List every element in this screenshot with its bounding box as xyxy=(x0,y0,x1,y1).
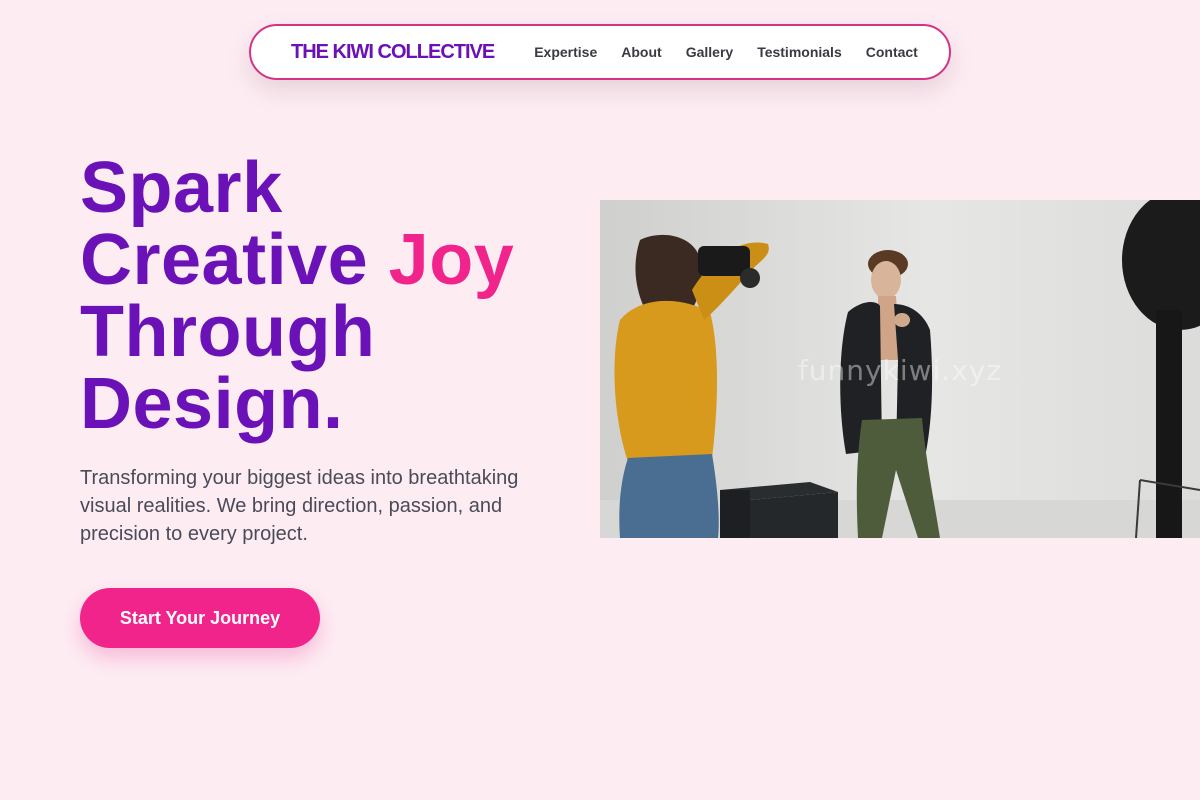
headline-line-2-prefix: Creative xyxy=(80,220,389,300)
nav-links: Expertise About Gallery Testimonials Con… xyxy=(534,44,918,60)
headline-line-2: Creative Joy xyxy=(80,224,580,296)
nav-link-expertise[interactable]: Expertise xyxy=(534,44,597,60)
photo-shoot-image: funnykiwi.xyz xyxy=(600,200,1200,538)
nav-link-about[interactable]: About xyxy=(621,44,661,60)
hero-headline: Spark Creative Joy Through Design. xyxy=(80,152,580,440)
hero-subtext: Transforming your biggest ideas into bre… xyxy=(80,467,519,545)
nav-link-gallery[interactable]: Gallery xyxy=(686,44,733,60)
headline-line-4: Design. xyxy=(80,364,344,444)
nav-link-testimonials[interactable]: Testimonials xyxy=(757,44,842,60)
headline-line-1: Spark xyxy=(80,148,283,228)
image-watermark: funnykiwi.xyz xyxy=(797,354,1003,387)
headline-accent-word: Joy xyxy=(388,220,515,300)
top-navigation: THE KIWI COLLECTIVE Expertise About Gall… xyxy=(249,24,951,80)
headline-line-3: Through xyxy=(80,292,376,372)
brand-logo[interactable]: THE KIWI COLLECTIVE xyxy=(291,41,495,64)
nav-link-contact[interactable]: Contact xyxy=(866,44,918,60)
start-journey-button[interactable]: Start Your Journey xyxy=(80,588,320,648)
